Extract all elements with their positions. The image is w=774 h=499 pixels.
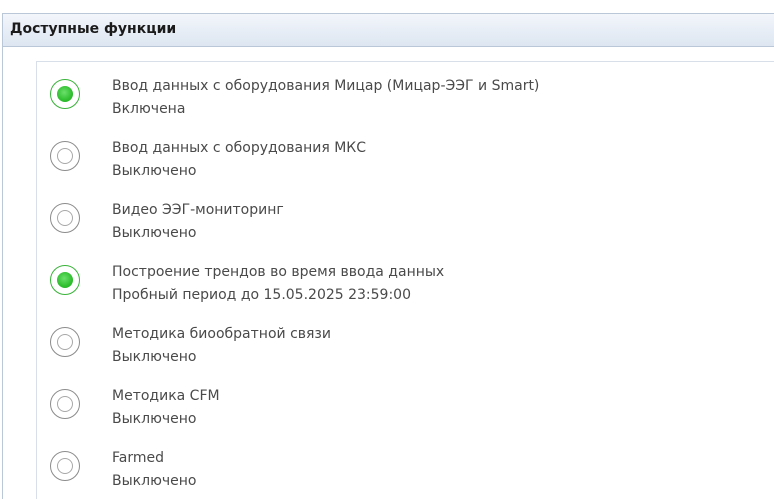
radio-dot-icon [57, 396, 73, 412]
feature-name: Построение трендов во время ввода данных [112, 264, 445, 280]
feature-status: Выключено [112, 411, 197, 427]
feature-item-trends[interactable]: Построение трендов во время ввода данных… [37, 250, 774, 312]
feature-name: Методика CFM [112, 388, 220, 404]
status-radio-icon[interactable] [50, 327, 80, 357]
feature-item-mitsar-input[interactable]: Ввод данных с оборудования Мицар (Мицар-… [37, 64, 774, 126]
feature-item-mks-input[interactable]: Ввод данных с оборудования МКС Выключено [37, 126, 774, 188]
panel-left-border [2, 47, 3, 499]
feature-name: Видео ЭЭГ-мониторинг [112, 202, 284, 218]
available-features-panel: Доступные функции Ввод данных с оборудов… [0, 0, 774, 499]
radio-dot-icon [57, 272, 73, 288]
feature-name: Методика биообратной связи [112, 326, 331, 342]
feature-name: Farmed [112, 450, 164, 466]
feature-item-biofeedback[interactable]: Методика биообратной связи Выключено [37, 312, 774, 374]
status-radio-icon[interactable] [50, 203, 80, 233]
feature-status: Выключено [112, 225, 197, 241]
feature-name: Ввод данных с оборудования МКС [112, 140, 366, 156]
status-radio-icon[interactable] [50, 389, 80, 419]
panel-header: Доступные функции [2, 13, 774, 47]
status-radio-icon[interactable] [50, 79, 80, 109]
feature-item-video-eeg[interactable]: Видео ЭЭГ-мониторинг Выключено [37, 188, 774, 250]
feature-item-cfm[interactable]: Методика CFM Выключено [37, 374, 774, 436]
feature-status: Выключено [112, 473, 197, 489]
feature-status: Включена [112, 101, 186, 117]
panel-title: Доступные функции [10, 21, 177, 37]
status-radio-icon[interactable] [50, 265, 80, 295]
radio-dot-icon [57, 334, 73, 350]
status-radio-icon[interactable] [50, 451, 80, 481]
features-list: Ввод данных с оборудования Мицар (Мицар-… [36, 61, 774, 499]
radio-dot-icon [57, 86, 73, 102]
feature-name: Ввод данных с оборудования Мицар (Мицар-… [112, 78, 540, 94]
feature-status: Выключено [112, 163, 197, 179]
radio-dot-icon [57, 210, 73, 226]
radio-dot-icon [57, 458, 73, 474]
feature-status: Пробный период до 15.05.2025 23:59:00 [112, 287, 411, 303]
radio-dot-icon [57, 148, 73, 164]
feature-item-farmed[interactable]: Farmed Выключено [37, 436, 774, 498]
status-radio-icon[interactable] [50, 141, 80, 171]
feature-status: Выключено [112, 349, 197, 365]
